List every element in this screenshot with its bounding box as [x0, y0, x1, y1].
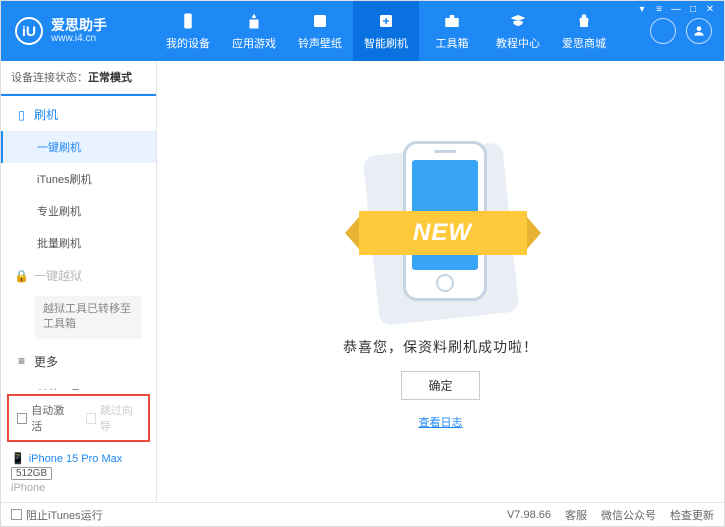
new-ribbon: NEW: [359, 211, 527, 255]
more-icon: ≡: [15, 354, 28, 368]
apps-icon: [244, 11, 264, 31]
sidebar-section-more[interactable]: ≡ 更多: [1, 345, 156, 378]
ok-button[interactable]: 确定: [401, 371, 479, 400]
checkbox-block-itunes[interactable]: 阻止iTunes运行: [11, 507, 103, 523]
device-name[interactable]: 📱 iPhone 15 Pro Max: [11, 452, 146, 465]
window-menu-icon[interactable]: ▾: [635, 4, 649, 14]
nav-flash[interactable]: 智能刷机: [353, 1, 419, 61]
app-url: www.i4.cn: [51, 33, 107, 45]
checkbox-icon: [17, 413, 27, 424]
device-icon: [178, 11, 198, 31]
tutorial-icon: [508, 11, 528, 31]
user-button[interactable]: [686, 18, 712, 44]
app-title: 爱思助手: [51, 17, 107, 34]
phone-icon: ▯: [15, 108, 28, 122]
success-illustration: NEW: [361, 133, 521, 323]
ringtone-icon: [310, 11, 330, 31]
sidebar-item-pro[interactable]: 专业刷机: [1, 195, 156, 227]
window-tool-icon[interactable]: ≡: [652, 4, 666, 14]
wechat-link[interactable]: 微信公众号: [601, 507, 656, 523]
lock-icon: 🔒: [15, 269, 28, 283]
jailbreak-note: 越狱工具已转移至工具箱: [35, 296, 142, 339]
top-nav: 我的设备 应用游戏 铃声壁纸 智能刷机 工具箱 教程中心: [155, 1, 650, 61]
success-message: 恭喜您，保资料刷机成功啦！: [343, 337, 538, 357]
download-button[interactable]: [650, 18, 676, 44]
window-close-icon[interactable]: ✕: [703, 4, 717, 14]
device-info: 📱 iPhone 15 Pro Max 512GB iPhone: [1, 446, 156, 502]
flash-icon: [376, 11, 396, 31]
nav-label: 智能刷机: [364, 35, 408, 51]
window-minimize-icon[interactable]: —: [669, 4, 683, 14]
phone-small-icon: 📱: [11, 452, 25, 465]
nav-label: 我的设备: [166, 35, 210, 51]
nav-label: 铃声壁纸: [298, 35, 342, 51]
nav-label: 应用游戏: [232, 35, 276, 51]
nav-label: 工具箱: [436, 35, 469, 51]
footer: 阻止iTunes运行 V7.98.66 客服 微信公众号 检查更新: [1, 502, 724, 526]
logo-icon: iU: [15, 17, 43, 45]
support-link[interactable]: 客服: [565, 507, 587, 523]
main-content: NEW 恭喜您，保资料刷机成功啦！ 确定 查看日志: [157, 61, 724, 502]
nav-tutorial[interactable]: 教程中心: [485, 1, 551, 61]
sidebar-section-jailbreak: 🔒 一键越狱: [1, 259, 156, 292]
sidebar-item-oneclick[interactable]: 一键刷机: [1, 131, 156, 163]
checkbox-icon: [11, 509, 22, 520]
options-row: 自动激活 跳过向导: [7, 394, 150, 442]
sidebar: 设备连接状态：正常模式 ▯ 刷机 一键刷机 iTunes刷机 专业刷机 批量刷机…: [1, 61, 157, 502]
sidebar-section-flash[interactable]: ▯ 刷机: [1, 94, 156, 131]
nav-label: 教程中心: [496, 35, 540, 51]
view-log-link[interactable]: 查看日志: [419, 414, 463, 430]
nav-label: 爱思商城: [562, 35, 606, 51]
app-header: iU 爱思助手 www.i4.cn 我的设备 应用游戏 铃声壁纸 智能刷机: [1, 1, 724, 61]
update-link[interactable]: 检查更新: [670, 507, 714, 523]
checkbox-icon: [86, 413, 96, 424]
sidebar-item-other[interactable]: 其他工具: [1, 378, 156, 390]
version-label: V7.98.66: [507, 509, 551, 521]
device-storage: 512GB: [11, 467, 52, 480]
nav-toolbox[interactable]: 工具箱: [419, 1, 485, 61]
nav-ringtone[interactable]: 铃声壁纸: [287, 1, 353, 61]
store-icon: [574, 11, 594, 31]
nav-apps[interactable]: 应用游戏: [221, 1, 287, 61]
toolbox-icon: [442, 11, 462, 31]
checkbox-auto-activate[interactable]: 自动激活: [17, 402, 72, 434]
device-type: iPhone: [11, 482, 146, 494]
sidebar-item-batch[interactable]: 批量刷机: [1, 227, 156, 259]
device-status: 设备连接状态：正常模式: [1, 61, 156, 94]
nav-store[interactable]: 爱思商城: [551, 1, 617, 61]
app-logo: iU 爱思助手 www.i4.cn: [15, 17, 155, 46]
nav-my-device[interactable]: 我的设备: [155, 1, 221, 61]
window-maximize-icon[interactable]: □: [686, 4, 700, 14]
checkbox-skip-guide: 跳过向导: [86, 402, 141, 434]
sidebar-item-itunes[interactable]: iTunes刷机: [1, 163, 156, 195]
